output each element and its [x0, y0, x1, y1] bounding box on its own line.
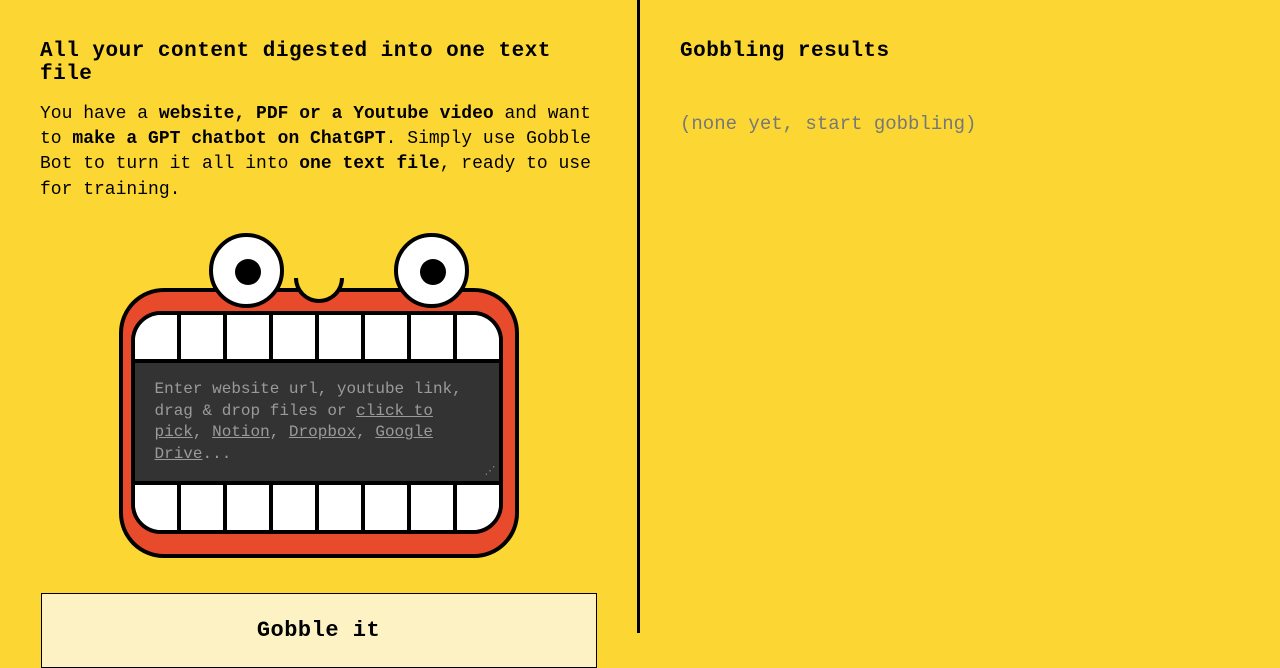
- description: You have a website, PDF or a Youtube vid…: [40, 102, 597, 203]
- monster-eye-right-icon: [394, 233, 469, 308]
- desc-bold-output: one text file: [299, 154, 439, 174]
- content-input-dropzone[interactable]: Enter website url, youtube link, drag & …: [135, 363, 499, 481]
- desc-text: You have a: [40, 104, 159, 124]
- monster-eye-left-icon: [209, 233, 284, 308]
- left-panel: All your content digested into one text …: [0, 0, 640, 633]
- dropbox-link[interactable]: Dropbox: [289, 423, 356, 441]
- desc-bold-goal: make a GPT chatbot on ChatGPT: [72, 129, 385, 149]
- right-panel: Gobbling results (none yet, start gobbli…: [640, 0, 1280, 633]
- gobble-it-button[interactable]: Gobble it: [41, 593, 597, 668]
- results-heading: Gobbling results: [680, 40, 1240, 63]
- monster-illustration: Enter website url, youtube link, drag & …: [40, 233, 597, 563]
- resize-handle-icon[interactable]: ⋰: [485, 467, 497, 479]
- teeth-bottom-icon: [135, 481, 499, 529]
- results-empty-state: (none yet, start gobbling): [680, 113, 1240, 135]
- desc-bold-sources: website, PDF or a Youtube video: [159, 104, 494, 124]
- page-title: All your content digested into one text …: [40, 40, 597, 86]
- teeth-top-icon: [135, 315, 499, 363]
- input-placeholder: Enter website url, youtube link, drag & …: [155, 379, 479, 465]
- placeholder-sep: ,: [270, 423, 289, 441]
- placeholder-sep: ,: [193, 423, 212, 441]
- monster-mouth: Enter website url, youtube link, drag & …: [131, 311, 503, 534]
- notion-link[interactable]: Notion: [212, 423, 270, 441]
- placeholder-sep: ,: [356, 423, 375, 441]
- placeholder-suffix: ...: [203, 445, 232, 463]
